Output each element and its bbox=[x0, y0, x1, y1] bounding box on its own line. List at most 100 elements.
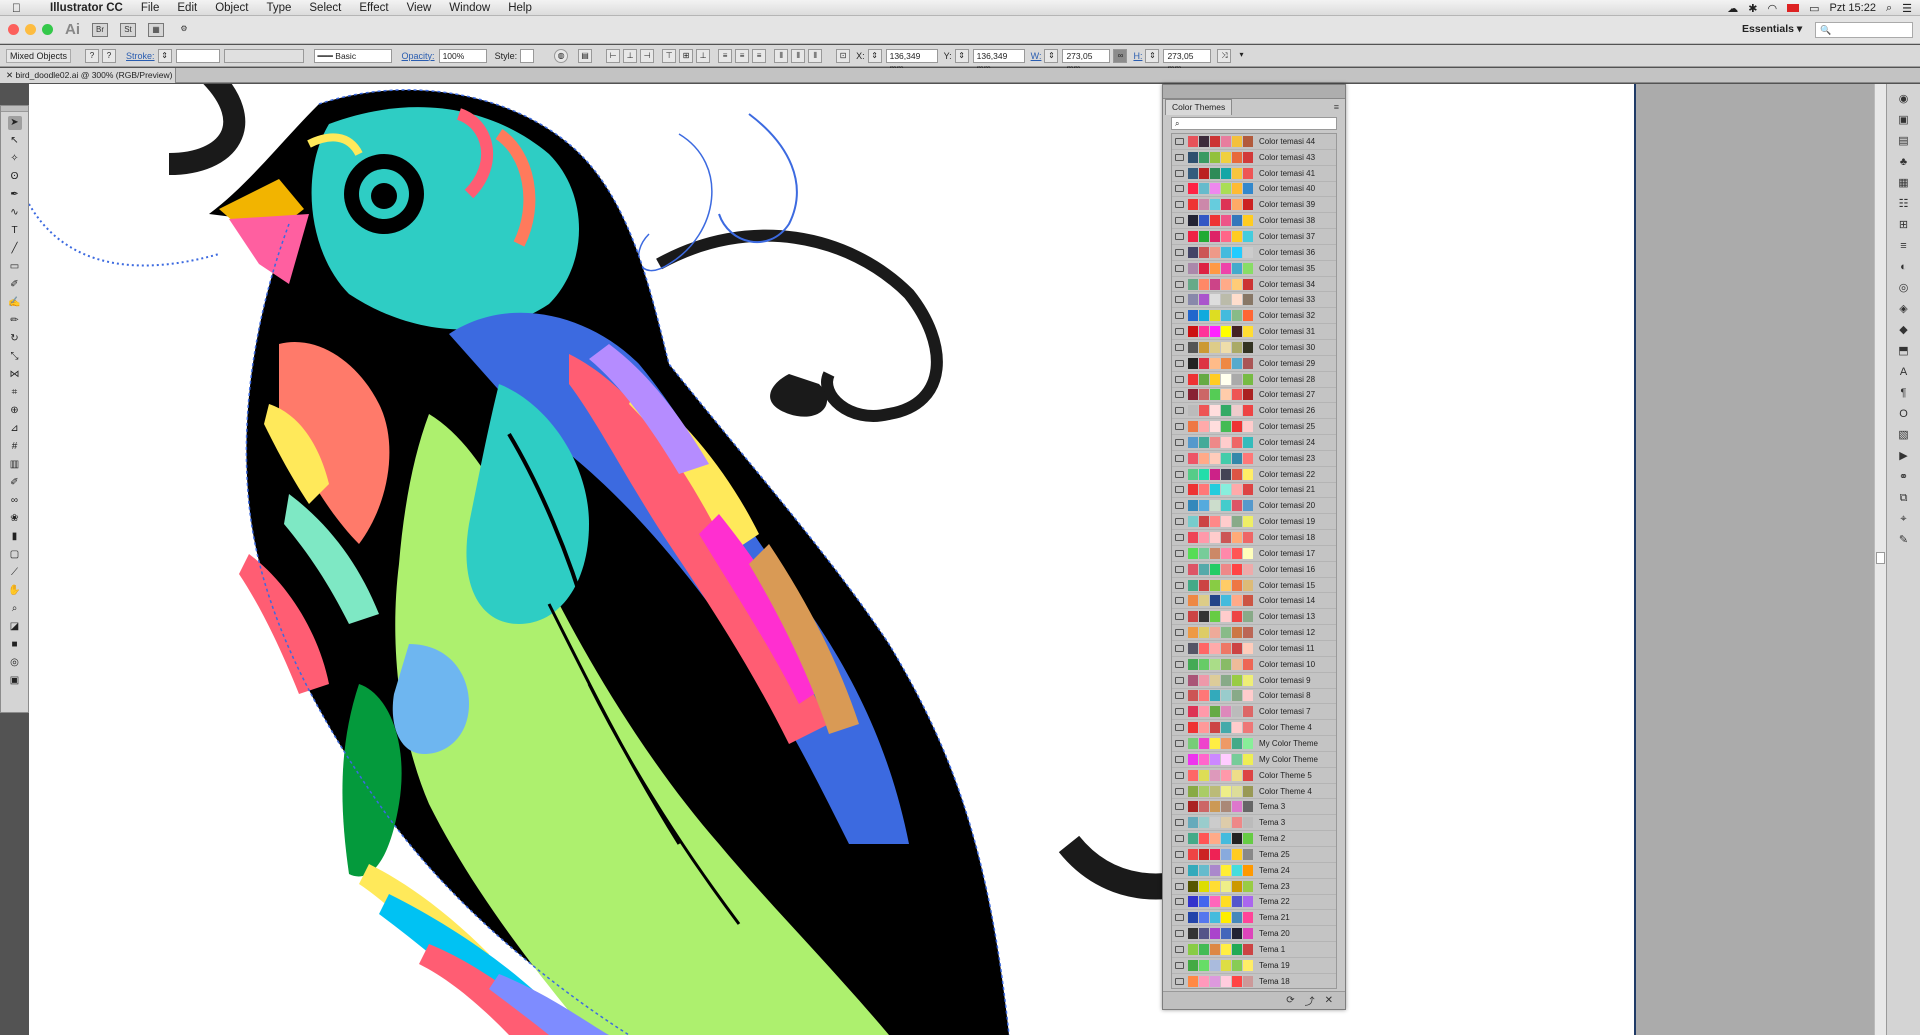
theme-swatch[interactable] bbox=[1221, 848, 1231, 860]
theme-swatch[interactable] bbox=[1232, 627, 1242, 639]
slice-tool-icon[interactable]: ⟋ bbox=[8, 566, 22, 580]
theme-swatch[interactable] bbox=[1188, 468, 1198, 480]
theme-row[interactable]: Color temasi 30 bbox=[1172, 340, 1336, 356]
theme-swatch[interactable] bbox=[1188, 436, 1198, 448]
theme-swatch[interactable] bbox=[1188, 896, 1198, 908]
theme-swatch[interactable] bbox=[1199, 516, 1209, 528]
theme-row[interactable]: Color temasi 39 bbox=[1172, 197, 1336, 214]
theme-swatch[interactable] bbox=[1243, 959, 1253, 971]
theme-swatch[interactable] bbox=[1199, 563, 1209, 575]
libraries-icon[interactable]: ▣ bbox=[1897, 114, 1911, 126]
pen-tool-icon[interactable]: ✒ bbox=[8, 188, 22, 202]
theme-swatch[interactable] bbox=[1188, 912, 1198, 924]
theme-row[interactable]: Color Theme 5 bbox=[1172, 768, 1336, 784]
theme-swatch[interactable] bbox=[1243, 627, 1253, 639]
theme-row[interactable]: Tema 19 bbox=[1172, 958, 1336, 974]
theme-row[interactable]: Color temasi 18 bbox=[1172, 530, 1336, 546]
theme-swatch[interactable] bbox=[1188, 278, 1198, 290]
theme-row[interactable]: Tema 25 bbox=[1172, 847, 1336, 863]
theme-swatch[interactable] bbox=[1221, 294, 1231, 306]
theme-swatch[interactable] bbox=[1243, 468, 1253, 480]
theme-swatch[interactable] bbox=[1199, 817, 1209, 829]
theme-swatch[interactable] bbox=[1221, 183, 1231, 195]
theme-swatch[interactable] bbox=[1210, 310, 1220, 322]
scale-tool-icon[interactable]: ⤡ bbox=[8, 350, 22, 364]
theme-swatch[interactable] bbox=[1199, 278, 1209, 290]
graphic-styles-icon[interactable]: ▧ bbox=[1897, 429, 1911, 441]
theme-swatch[interactable] bbox=[1199, 753, 1209, 765]
theme-swatch[interactable] bbox=[1221, 595, 1231, 607]
theme-swatch[interactable] bbox=[1199, 500, 1209, 512]
theme-swatch[interactable] bbox=[1188, 151, 1198, 163]
direct-selection-tool-icon[interactable]: ↖ bbox=[8, 134, 22, 148]
line-tool-icon[interactable]: ╱ bbox=[8, 242, 22, 256]
theme-swatch[interactable] bbox=[1188, 405, 1198, 417]
theme-swatch[interactable] bbox=[1243, 722, 1253, 734]
theme-swatch[interactable] bbox=[1188, 769, 1198, 781]
menu-window[interactable]: Window bbox=[449, 2, 490, 14]
theme-swatch[interactable] bbox=[1232, 310, 1242, 322]
theme-swatch[interactable] bbox=[1232, 975, 1242, 987]
theme-swatch[interactable] bbox=[1221, 516, 1231, 528]
theme-swatch[interactable] bbox=[1232, 484, 1242, 496]
theme-row[interactable]: Tema 18 bbox=[1172, 974, 1336, 988]
hand-tool-icon[interactable]: ✋ bbox=[8, 584, 22, 598]
stroke-panel-icon[interactable]: ≡ bbox=[1897, 240, 1911, 252]
theme-swatch[interactable] bbox=[1188, 500, 1198, 512]
theme-swatch[interactable] bbox=[1199, 547, 1209, 559]
appearance-icon[interactable]: ◉ bbox=[1897, 93, 1911, 105]
stroke-label[interactable]: Stroke: bbox=[126, 51, 155, 61]
theme-swatch[interactable] bbox=[1210, 547, 1220, 559]
stock-icon[interactable]: St bbox=[120, 22, 136, 37]
theme-swatch[interactable] bbox=[1188, 230, 1198, 242]
theme-swatch[interactable] bbox=[1232, 595, 1242, 607]
theme-swatch[interactable] bbox=[1232, 405, 1242, 417]
theme-swatch[interactable] bbox=[1199, 690, 1209, 702]
theme-swatch[interactable] bbox=[1199, 246, 1209, 258]
theme-row[interactable]: Color temasi 37 bbox=[1172, 229, 1336, 245]
theme-swatch[interactable] bbox=[1199, 262, 1209, 274]
theme-swatch[interactable] bbox=[1199, 896, 1209, 908]
variable-width-profile[interactable] bbox=[223, 48, 304, 63]
theme-swatch[interactable] bbox=[1221, 532, 1231, 544]
theme-swatch[interactable] bbox=[1243, 595, 1253, 607]
theme-swatch[interactable] bbox=[1199, 943, 1209, 955]
theme-swatch[interactable] bbox=[1210, 769, 1220, 781]
theme-swatch[interactable] bbox=[1188, 753, 1198, 765]
theme-row[interactable]: Color temasi 21 bbox=[1172, 483, 1336, 499]
theme-swatch[interactable] bbox=[1232, 690, 1242, 702]
theme-swatch[interactable] bbox=[1221, 357, 1231, 369]
theme-swatch[interactable] bbox=[1221, 706, 1231, 718]
theme-swatch[interactable] bbox=[1210, 817, 1220, 829]
theme-swatch[interactable] bbox=[1199, 468, 1209, 480]
theme-swatch[interactable] bbox=[1232, 421, 1242, 433]
theme-swatch[interactable] bbox=[1243, 357, 1253, 369]
gradient-tool-icon[interactable]: ▥ bbox=[8, 458, 22, 472]
opacity-field[interactable]: 100% bbox=[438, 48, 487, 63]
distribute-bottom-icon[interactable]: ≡ bbox=[752, 48, 767, 63]
theme-swatch[interactable] bbox=[1210, 452, 1220, 464]
theme-swatch[interactable] bbox=[1232, 579, 1242, 591]
theme-swatch[interactable] bbox=[1210, 690, 1220, 702]
theme-row[interactable]: Tema 20 bbox=[1172, 926, 1336, 943]
distribute-hcenter-icon[interactable]: ⦀ bbox=[791, 48, 806, 63]
recolor-artwork-icon[interactable]: ◍ bbox=[554, 48, 569, 63]
brush-definition[interactable]: ━━━ Basic bbox=[313, 48, 392, 63]
w-field[interactable]: 273,05 mm bbox=[1062, 48, 1111, 73]
bridge-icon[interactable]: Br bbox=[92, 22, 108, 37]
theme-swatch[interactable] bbox=[1232, 135, 1242, 147]
links-icon[interactable]: ⚭ bbox=[1897, 471, 1911, 483]
theme-swatch[interactable] bbox=[1232, 199, 1242, 211]
theme-swatch[interactable] bbox=[1210, 642, 1220, 654]
theme-swatch[interactable] bbox=[1188, 833, 1198, 845]
theme-row[interactable]: Color temasi 44 bbox=[1172, 134, 1336, 150]
theme-swatch[interactable] bbox=[1221, 215, 1231, 227]
theme-swatch[interactable] bbox=[1210, 326, 1220, 338]
mesh-tool-icon[interactable]: # bbox=[8, 440, 22, 454]
theme-swatch[interactable] bbox=[1243, 199, 1253, 211]
theme-swatch[interactable] bbox=[1188, 658, 1198, 670]
screen-mode-icon[interactable]: ▣ bbox=[8, 674, 22, 688]
theme-swatch[interactable] bbox=[1199, 436, 1209, 448]
theme-swatch[interactable] bbox=[1199, 532, 1209, 544]
x-stepper[interactable]: ⇕ bbox=[867, 48, 882, 63]
